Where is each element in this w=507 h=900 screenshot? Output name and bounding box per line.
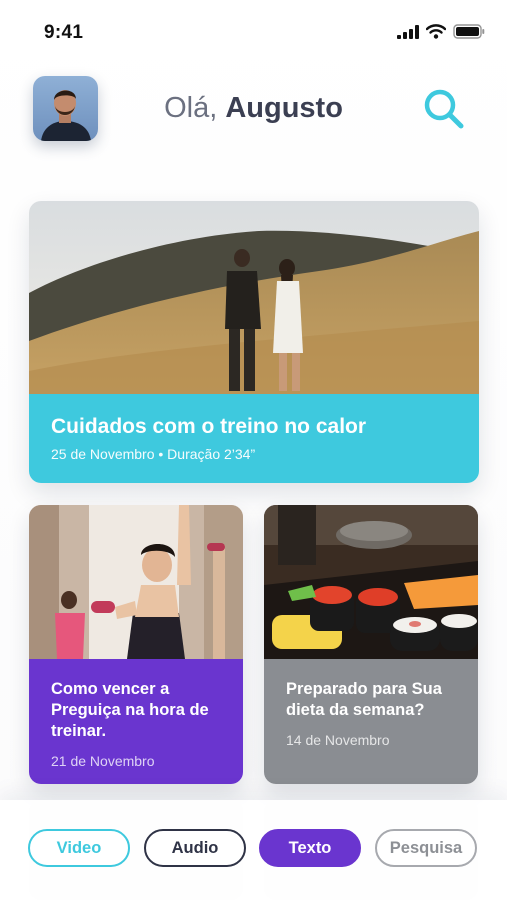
article-card-dieta[interactable]: Preparado para Sua dieta da semana? 14 d… <box>264 505 478 784</box>
gym-workout-photo <box>29 505 243 659</box>
couple-hiking-photo <box>29 201 479 394</box>
article-date: 14 de Novembro <box>286 732 390 748</box>
wifi-icon <box>426 24 446 39</box>
featured-title: Cuidados com o treino no calor <box>51 415 367 438</box>
tab-audio[interactable]: Audio <box>144 829 246 867</box>
search-icon <box>424 89 464 129</box>
tab-pesquisa[interactable]: Pesquisa <box>375 829 477 867</box>
featured-caption: Cuidados com o treino no calor 25 de Nov… <box>29 394 479 483</box>
status-icons <box>397 24 485 39</box>
content-type-tab-bar: Video Audio Texto Pesquisa <box>0 800 507 900</box>
header: Olá, Augusto <box>0 70 507 150</box>
battery-icon <box>453 24 485 39</box>
article-date: 21 de Novembro <box>51 753 155 769</box>
tab-texto[interactable]: Texto <box>259 829 361 867</box>
status-bar: 9:41 <box>0 0 507 62</box>
article-card-preguica[interactable]: Como vencer a Preguiça na hora de treina… <box>29 505 243 784</box>
article-caption: Como vencer a Preguiça na hora de treina… <box>29 659 243 784</box>
featured-meta: 25 de Novembro • Duração 2’34” <box>51 446 256 462</box>
status-time: 9:41 <box>44 22 84 43</box>
tab-video[interactable]: Video <box>28 829 130 867</box>
article-caption: Preparado para Sua dieta da semana? 14 d… <box>264 659 478 784</box>
greeting-prefix: Olá, <box>164 92 218 124</box>
featured-article-card[interactable]: Cuidados com o treino no calor 25 de Nov… <box>29 201 479 483</box>
user-name: Augusto <box>225 92 343 124</box>
article-title: Como vencer a Preguiça na hora de treina… <box>51 680 209 740</box>
article-title: Preparado para Sua dieta da semana? <box>286 680 442 719</box>
app-screen: 9:41 Olá, Augusto Cuidados com o treino … <box>0 0 507 900</box>
search-button[interactable] <box>420 86 468 134</box>
signal-icon <box>397 24 419 39</box>
sushi-photo <box>264 505 478 659</box>
